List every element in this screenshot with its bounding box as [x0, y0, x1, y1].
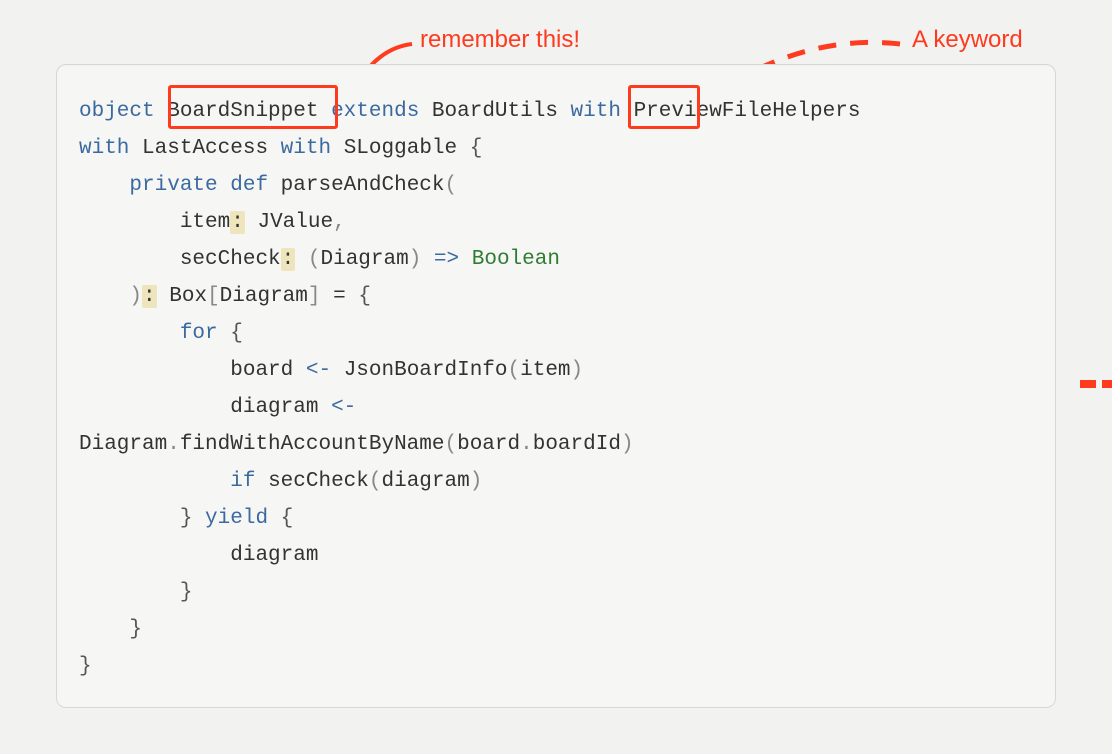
paren-close-4: ) — [621, 433, 634, 456]
keyword-object: object — [79, 100, 155, 123]
keyword-extends: extends — [331, 100, 419, 123]
left-arrow-2: <- — [331, 396, 356, 419]
paren-close-3: ) — [571, 359, 584, 382]
method-parseandcheck: parseAndCheck — [281, 174, 445, 197]
var-diagram: diagram — [230, 396, 318, 419]
type-boolean: Boolean — [472, 248, 560, 271]
brace-open-4: { — [281, 507, 294, 530]
paren-close-5: ) — [470, 470, 483, 493]
arg-diagram: diagram — [382, 470, 470, 493]
identifier-boardsnippet: BoardSnippet — [167, 100, 318, 123]
paren-close-1: ) — [129, 285, 142, 308]
identifier-lastaccess: LastAccess — [142, 137, 268, 160]
call-jsonboardinfo: JsonBoardInfo — [344, 359, 508, 382]
identifier-previewfilehelpers: PreviewFileHelpers — [634, 100, 861, 123]
dot-1: . — [167, 433, 180, 456]
brace-close-1: } — [79, 655, 92, 678]
arg-item: item — [520, 359, 570, 382]
comma-1: , — [333, 211, 346, 234]
type-diagram-1: Diagram — [320, 248, 408, 271]
colon-2: : — [281, 248, 296, 271]
keyword-if: if — [230, 470, 255, 493]
colon-3: : — [142, 285, 157, 308]
arrow-type: => — [434, 248, 459, 271]
keyword-private: private — [129, 174, 217, 197]
arg-board: board — [457, 433, 520, 456]
paren-open-5: ( — [369, 470, 382, 493]
type-jvalue: JValue — [257, 211, 333, 234]
brace-open-1: { — [470, 137, 483, 160]
keyword-def: def — [230, 174, 268, 197]
left-arrow-1: <- — [306, 359, 331, 382]
bracket-close: ] — [308, 285, 321, 308]
identifier-sloggable: SLoggable — [344, 137, 457, 160]
prop-boardid: boardId — [533, 433, 621, 456]
brace-open-3: { — [230, 322, 243, 345]
obj-diagram: Diagram — [79, 433, 167, 456]
ret-diagram: diagram — [230, 544, 318, 567]
type-diagram-2: Diagram — [220, 285, 308, 308]
brace-close-3: } — [180, 507, 193, 530]
code-block: object BoardSnippet extends BoardUtils w… — [56, 64, 1056, 708]
paren-open-3: ( — [508, 359, 521, 382]
annotation-keyword: A keyword — [912, 26, 1023, 54]
keyword-with-3: with — [281, 137, 331, 160]
paren-open-2: ( — [308, 248, 321, 271]
keyword-for: for — [180, 322, 218, 345]
type-box: Box — [169, 285, 207, 308]
brace-open-2: { — [358, 285, 371, 308]
annotation-arrow-offscreen — [1074, 370, 1112, 400]
equals: = — [333, 285, 346, 308]
paren-open-1: ( — [445, 174, 458, 197]
annotation-remember: remember this! — [420, 26, 580, 54]
param-item: item — [180, 211, 230, 234]
keyword-with-1: with — [571, 100, 621, 123]
paren-open-4: ( — [444, 433, 457, 456]
colon-1: : — [230, 211, 245, 234]
bracket-open: [ — [207, 285, 220, 308]
method-findwithaccountbyname: findWithAccountByName — [180, 433, 445, 456]
keyword-with-2: with — [79, 137, 129, 160]
brace-close-4: } — [180, 581, 193, 604]
brace-close-2: } — [129, 618, 142, 641]
dot-2: . — [520, 433, 533, 456]
call-seccheck: secCheck — [268, 470, 369, 493]
identifier-boardutils: BoardUtils — [432, 100, 558, 123]
paren-close-2: ) — [409, 248, 422, 271]
param-seccheck: secCheck — [180, 248, 281, 271]
var-board: board — [230, 359, 293, 382]
keyword-yield: yield — [205, 507, 268, 530]
